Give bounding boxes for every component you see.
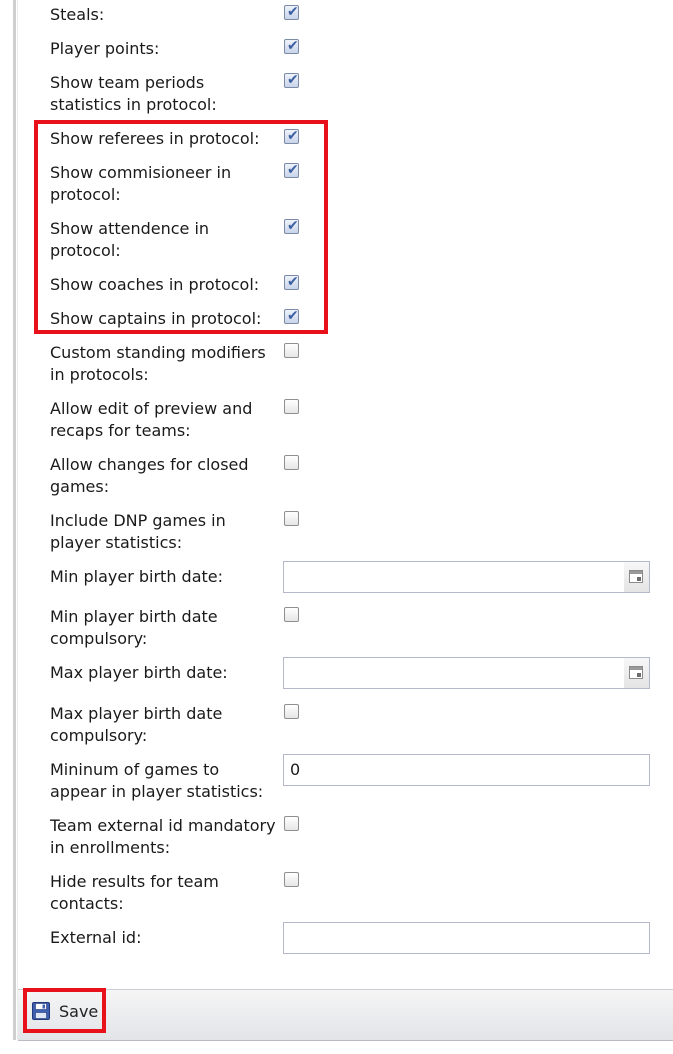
team-periods-stats-checkbox[interactable]: ✔ [284,72,299,88]
max-birth-date-picker-button[interactable] [624,657,650,689]
allow-edit-preview-checkbox[interactable] [284,399,299,414]
max-birth-date-compulsory-checkbox[interactable] [284,704,299,719]
show-referees-checkbox[interactable]: ✔ [284,128,299,144]
player-points-label: Player points: [50,39,160,58]
player-points-checkbox[interactable]: ✔ [284,38,299,54]
bottom-toolbar [18,989,673,1041]
show-attendence-label: Show attendence in protocol: [50,219,210,260]
check-icon: ✔ [287,308,299,324]
show-captains-checkbox[interactable]: ✔ [284,308,299,324]
show-coaches-checkbox[interactable]: ✔ [284,274,299,290]
max-birth-date-label: Max player birth date: [50,663,228,682]
check-icon: ✔ [287,128,299,144]
calendar-icon [629,666,643,679]
calendar-icon [629,570,643,583]
show-commisioneer-label: Show commisioneer in protocol: [50,163,232,204]
save-button-label: Save [59,1001,99,1021]
hide-results-checkbox[interactable] [284,872,299,887]
min-birth-date-picker-button[interactable] [624,561,650,593]
min-birth-date-label: Min player birth date: [50,567,224,586]
check-icon: ✔ [287,274,299,290]
team-external-id-mandatory-label: Team external id mandatory in enrollment… [50,816,276,857]
steals-checkbox[interactable]: ✔ [284,4,299,20]
show-referees-label: Show referees in protocol: [50,129,260,148]
external-id-label: External id: [50,928,142,947]
include-dnp-checkbox[interactable] [284,511,299,526]
hide-results-label: Hide results for team contacts: [50,872,219,913]
min-games-input[interactable]: 0 [283,754,650,786]
allow-changes-closed-checkbox[interactable] [284,455,299,470]
include-dnp-label: Include DNP games in player statistics: [50,511,226,552]
check-icon: ✔ [287,4,299,20]
external-id-input[interactable] [283,922,650,954]
show-captains-label: Show captains in protocol: [50,309,262,328]
custom-standing-modifiers-label: Custom standing modifiers in protocols: [50,343,266,384]
check-icon: ✔ [287,162,299,178]
min-games-label: Mininum of games to appear in player sta… [50,760,264,801]
show-attendence-checkbox[interactable]: ✔ [284,218,299,234]
show-commisioneer-checkbox[interactable]: ✔ [284,162,299,178]
floppy-disk-icon [32,1002,50,1020]
allow-changes-closed-label: Allow changes for closed games: [50,455,249,496]
save-button[interactable]: Save [32,997,102,1025]
check-icon: ✔ [287,218,299,234]
panel-left-border [13,0,16,1040]
min-birth-date-compulsory-label: Min player birth date compulsory: [50,607,218,648]
max-birth-date-compulsory-label: Max player birth date compulsory: [50,704,223,745]
panel-left-border-inner [17,0,18,1040]
allow-edit-preview-label: Allow edit of preview and recaps for tea… [50,399,253,440]
min-birth-date-input[interactable] [283,561,625,593]
team-periods-stats-label: Show team periods statistics in protocol… [50,73,217,114]
check-icon: ✔ [287,72,299,88]
steals-label: Steals: [50,5,105,24]
check-icon: ✔ [287,38,299,54]
max-birth-date-input[interactable] [283,657,625,689]
min-birth-date-compulsory-checkbox[interactable] [284,607,299,622]
show-coaches-label: Show coaches in protocol: [50,275,260,294]
team-external-id-mandatory-checkbox[interactable] [284,816,299,831]
custom-standing-modifiers-checkbox[interactable] [284,343,299,358]
